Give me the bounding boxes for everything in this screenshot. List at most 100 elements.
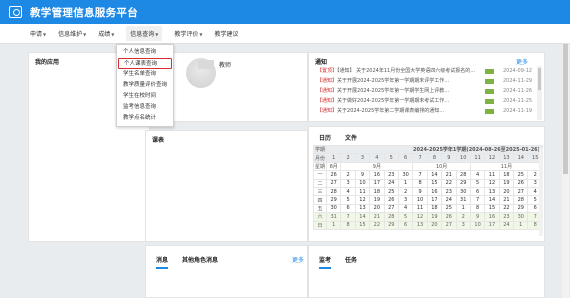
calendar-date[interactable]: 20 [369, 203, 385, 214]
calendar-date[interactable]: 21 [369, 212, 385, 222]
menu-item-student-list[interactable]: 学生名单查询 [117, 69, 173, 80]
calendar-date[interactable]: 7 [340, 212, 356, 222]
calendar-date[interactable]: 1 [513, 220, 529, 230]
nav-item-apply[interactable]: 申请▼ [30, 29, 46, 38]
calendar-date[interactable]: 19 [498, 178, 515, 188]
calendar-date[interactable]: 28 [383, 212, 399, 222]
nav-item-info-maintenance[interactable]: 信息维护▼ [58, 29, 86, 38]
calendar-date[interactable]: 23 [441, 186, 457, 197]
calendar-date[interactable]: 4 [469, 170, 486, 180]
calendar-date[interactable]: 5 [469, 178, 486, 188]
calendar-date[interactable]: 29 [455, 178, 471, 188]
calendar-date[interactable]: 5 [340, 195, 356, 205]
calendar-date[interactable]: 13 [412, 220, 428, 230]
calendar-date[interactable]: 30 [397, 170, 414, 180]
calendar-date[interactable]: 11 [484, 170, 500, 180]
calendar-date[interactable]: 30 [455, 186, 471, 197]
calendar-date[interactable]: 3 [340, 178, 356, 188]
calendar-date[interactable]: 6 [340, 203, 356, 214]
calendar-date[interactable]: 2 [455, 212, 471, 222]
calendar-date[interactable]: 16 [484, 212, 500, 222]
menu-item-teaching-quality[interactable]: 教学质量评价查询 [117, 80, 173, 91]
tab-invigilation[interactable]: 监考 [319, 255, 332, 269]
calendar-date[interactable]: 25 [513, 170, 529, 180]
calendar-date[interactable]: 26 [441, 212, 457, 222]
calendar-date[interactable]: 27 [383, 203, 399, 214]
notice-more-link[interactable]: 更多 [516, 57, 528, 66]
calendar-date[interactable]: 26 [383, 195, 399, 205]
calendar-date[interactable]: 8 [340, 220, 356, 230]
calendar-date[interactable]: 6 [469, 186, 486, 197]
calendar-date[interactable]: 27 [325, 178, 342, 188]
calendar-date[interactable]: 17 [369, 178, 385, 188]
tab-other-role-messages[interactable]: 其他角色消息 [182, 255, 218, 269]
calendar-date[interactable]: 24 [383, 178, 399, 188]
menu-item-personal-info[interactable]: 个人信息查询 [117, 47, 173, 58]
menu-item-roll-call[interactable]: 教学点名统计 [117, 113, 173, 124]
notice-item[interactable]: 【通知】关于开展2024-2025学年第一学期期末评学工作… 2024-11-29 [313, 77, 546, 86]
calendar-date[interactable]: 18 [426, 203, 443, 214]
calendar-date[interactable]: 4 [397, 203, 414, 214]
calendar-date[interactable]: 22 [369, 220, 385, 230]
calendar-date[interactable]: 20 [498, 186, 515, 197]
calendar-date[interactable]: 12 [412, 212, 428, 222]
calendar-date[interactable]: 13 [354, 203, 371, 214]
calendar-date[interactable]: 2 [340, 170, 356, 180]
calendar-date[interactable]: 16 [369, 170, 385, 180]
calendar-date[interactable]: 10 [469, 220, 486, 230]
calendar-date[interactable]: 23 [383, 170, 399, 180]
calendar-date[interactable]: 19 [369, 195, 385, 205]
notice-text[interactable]: 【通知】关于2024-2025学年第二学期课表编排的通知… [317, 107, 485, 116]
calendar-scrollbar[interactable] [539, 148, 543, 236]
calendar-date[interactable]: 3 [455, 220, 471, 230]
page-scrollbar[interactable] [562, 44, 569, 298]
notice-item[interactable]: 【通知】关于2024-2025学年第二学期课表编排的通知… 2024-11-19 [313, 107, 546, 116]
notice-item[interactable]: 【通知】关于做好2024-2025学年第一学期期末考试工作… 2024-11-25 [313, 97, 546, 106]
calendar-date[interactable]: 20 [426, 220, 443, 230]
calendar-date[interactable]: 9 [412, 186, 428, 197]
nav-item-grades[interactable]: 成绩▼ [98, 29, 114, 38]
calendar-date[interactable]: 4 [340, 186, 356, 197]
notice-scrollbar-thumb[interactable] [538, 68, 541, 90]
calendar-date[interactable]: 31 [455, 195, 471, 205]
calendar-date[interactable]: 9 [469, 212, 486, 222]
calendar-date[interactable]: 1 [455, 203, 471, 214]
calendar-date[interactable]: 10 [354, 178, 371, 188]
calendar-date[interactable]: 25 [441, 203, 457, 214]
calendar-date[interactable]: 24 [498, 220, 515, 230]
calendar-date[interactable]: 19 [426, 212, 443, 222]
calendar-date[interactable]: 15 [484, 203, 500, 214]
calendar-date[interactable]: 28 [513, 195, 529, 205]
calendar-date[interactable]: 11 [354, 186, 371, 197]
calendar-date[interactable]: 23 [498, 212, 515, 222]
calendar-date[interactable]: 30 [325, 203, 342, 214]
calendar-date[interactable]: 24 [441, 195, 457, 205]
calendar-date[interactable]: 28 [455, 170, 471, 180]
calendar-date[interactable]: 1 [325, 220, 342, 230]
menu-item-invigilation[interactable]: 监考信息查询 [117, 102, 173, 113]
calendar-date[interactable]: 2 [397, 186, 414, 197]
calendar-date[interactable]: 18 [498, 170, 515, 180]
message-more-link[interactable]: 更多 [292, 255, 304, 264]
calendar-date[interactable]: 26 [513, 178, 529, 188]
calendar-date[interactable]: 7 [412, 170, 428, 180]
calendar-date[interactable]: 29 [383, 220, 399, 230]
calendar-date[interactable]: 8 [412, 178, 428, 188]
calendar-date[interactable]: 21 [441, 170, 457, 180]
notice-item[interactable]: 【置顶】【通知】 关于2024年11月份全国大学英语四六级考试报名的… 2024-… [313, 67, 546, 76]
calendar-date[interactable]: 15 [354, 220, 371, 230]
calendar-date[interactable]: 9 [354, 170, 371, 180]
calendar-date[interactable]: 27 [441, 220, 457, 230]
calendar-date[interactable]: 12 [484, 178, 500, 188]
notice-text[interactable]: 【通知】关于开展2024-2025学年第一学期期末评学工作… [317, 77, 485, 86]
calendar-date[interactable]: 14 [484, 195, 500, 205]
notice-item[interactable]: 【通知】关于开展2024-2025学年第一学期学生网上评教… 2024-11-26 [313, 87, 546, 96]
notice-text[interactable]: 【通知】关于做好2024-2025学年第一学期期末考试工作… [317, 97, 485, 106]
calendar-date[interactable]: 15 [426, 178, 443, 188]
calendar-date[interactable]: 7 [469, 195, 486, 205]
calendar-date[interactable]: 27 [513, 186, 529, 197]
calendar-date[interactable]: 11 [412, 203, 428, 214]
page-scrollbar-thumb[interactable] [563, 44, 568, 174]
calendar-date[interactable]: 13 [484, 186, 500, 197]
calendar-date[interactable]: 29 [325, 195, 342, 205]
